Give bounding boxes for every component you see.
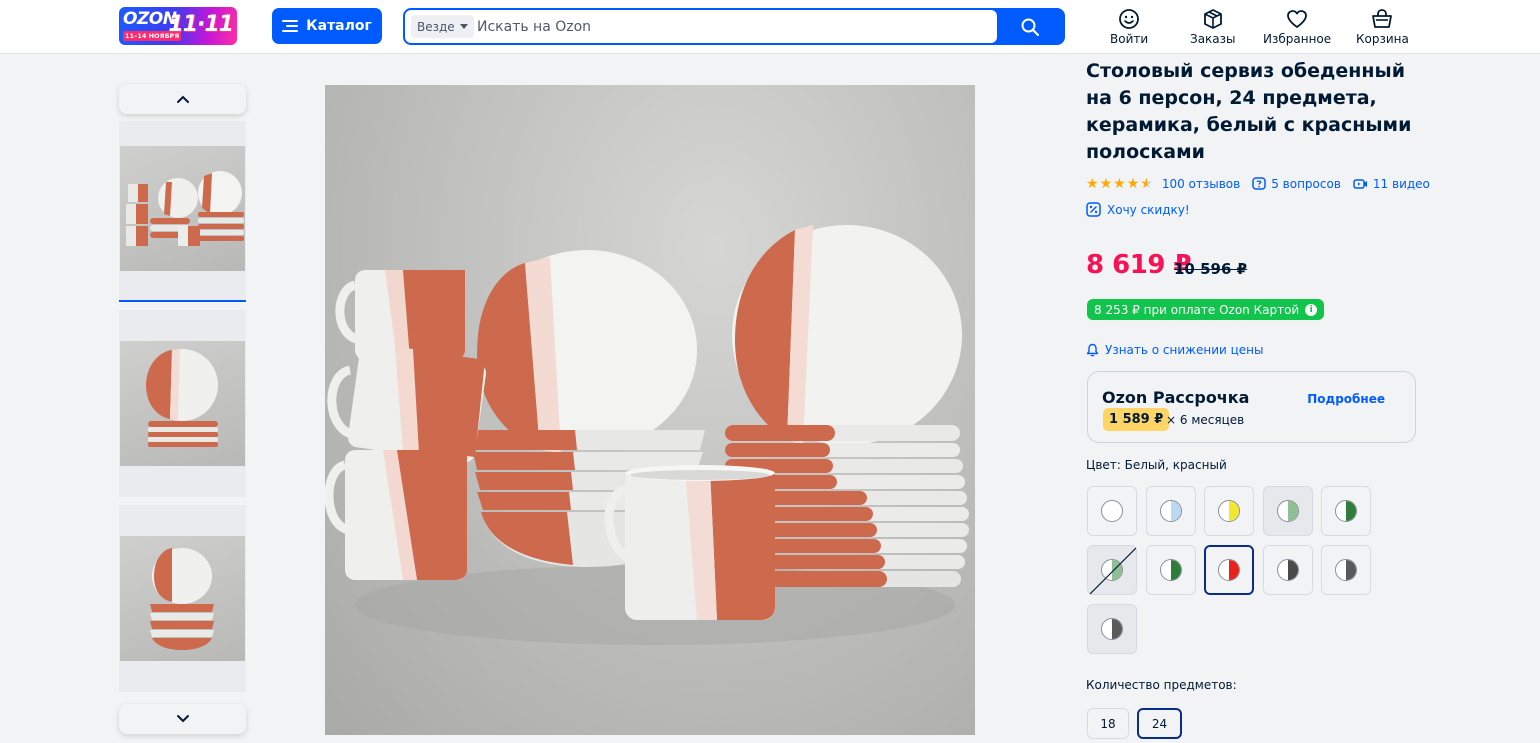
- card-price-label: 8 253 ₽ при оплате Ozon Картой: [1094, 302, 1300, 317]
- smile-icon: [1119, 9, 1139, 29]
- color-dot-icon: [1277, 559, 1299, 581]
- search-bar: Везде: [403, 8, 1065, 45]
- color-swatch-1[interactable]: [1087, 486, 1137, 536]
- info-icon[interactable]: i: [1305, 303, 1318, 316]
- thumbnails-down-button[interactable]: [119, 704, 246, 734]
- installment-more-link[interactable]: Подробнее: [1307, 392, 1385, 406]
- cart-label: Корзина: [1356, 32, 1409, 46]
- box-icon: [1203, 9, 1222, 29]
- want-discount-link[interactable]: Хочу скидку!: [1086, 202, 1190, 217]
- questions-label: 5 вопросов: [1271, 177, 1341, 191]
- color-swatch-8[interactable]: [1204, 545, 1254, 595]
- caret-down-icon: [459, 24, 468, 29]
- thumbnail-image: [120, 146, 245, 271]
- old-price: 10 596 ₽: [1174, 260, 1248, 278]
- unavailable-strike-icon: [1089, 547, 1137, 595]
- ozon-logo[interactable]: OZON 11–14 НОЯБРЯ 11·11: [119, 7, 237, 45]
- questions-link[interactable]: 5 вопросов: [1252, 177, 1341, 191]
- quantity-option-18[interactable]: 18: [1087, 708, 1129, 739]
- heart-icon: [1287, 10, 1307, 28]
- color-dot-icon: [1101, 500, 1123, 522]
- search-icon: [1021, 18, 1040, 36]
- color-swatch-6[interactable]: [1087, 545, 1137, 595]
- installment-card[interactable]: Ozon Рассрочка 1 589 ₽ × 6 месяцев Подро…: [1087, 371, 1416, 443]
- product-meta: ★ ★ ★ ★ ★ 100 отзывов 5 вопросов 11 виде…: [1086, 177, 1442, 191]
- installment-months: × 6 месяцев: [1166, 413, 1245, 427]
- quantity-option-24[interactable]: 24: [1137, 708, 1182, 739]
- rating-stars[interactable]: ★ ★ ★ ★ ★: [1086, 177, 1153, 191]
- bell-icon: [1086, 343, 1099, 357]
- color-swatch-9[interactable]: [1263, 545, 1313, 595]
- star-icon: ★: [1126, 176, 1140, 192]
- want-discount-label: Хочу скидку!: [1107, 202, 1190, 217]
- color-dot-icon: [1277, 500, 1299, 522]
- videos-label: 11 видео: [1372, 177, 1430, 191]
- question-icon: [1252, 177, 1266, 190]
- color-swatch-3[interactable]: [1204, 486, 1254, 536]
- color-dot-icon: [1218, 559, 1240, 581]
- reviews-link[interactable]: 100 отзывов: [1162, 177, 1240, 191]
- price-drop-notify-label: Узнать о снижении цены: [1105, 343, 1264, 357]
- orders-button[interactable]: Заказы: [1190, 8, 1236, 46]
- thumbnail-image: [120, 341, 245, 466]
- catalog-label: Каталог: [306, 18, 372, 34]
- color-swatch-11[interactable]: [1087, 604, 1137, 654]
- color-swatch-5[interactable]: [1321, 486, 1371, 536]
- color-dot-icon: [1335, 500, 1357, 522]
- catalog-button[interactable]: Каталог: [272, 8, 382, 44]
- color-swatch-10[interactable]: [1321, 545, 1371, 595]
- chevron-up-icon: [176, 95, 189, 103]
- color-label: Цвет: Белый, красный: [1086, 458, 1227, 472]
- orders-label: Заказы: [1190, 32, 1236, 46]
- favorites-button[interactable]: Избранное: [1263, 8, 1331, 46]
- thumbnails-up-button[interactable]: [119, 84, 246, 114]
- search-button[interactable]: [997, 10, 1063, 43]
- dinnerware-photo: [325, 225, 969, 645]
- installment-title: Ozon Рассрочка: [1102, 388, 1250, 407]
- product-title: Столовый сервиз обеденный на 6 персон, 2…: [1086, 60, 1412, 163]
- menu-icon: [282, 20, 299, 32]
- product-main-image[interactable]: [325, 85, 975, 735]
- chevron-down-icon: [176, 715, 189, 723]
- video-icon: [1353, 179, 1367, 189]
- color-dot-icon: [1160, 500, 1182, 522]
- star-icon: ★: [1099, 176, 1113, 192]
- color-swatch-2[interactable]: [1146, 486, 1196, 536]
- logo-promo: 11·11: [168, 12, 234, 37]
- color-swatch-4[interactable]: [1263, 486, 1313, 536]
- color-dot-icon: [1160, 559, 1182, 581]
- star-icon: ★: [1086, 176, 1099, 192]
- discount-icon: [1086, 202, 1101, 217]
- color-dot-icon: [1218, 500, 1240, 522]
- favorites-label: Избранное: [1263, 32, 1332, 46]
- login-label: Войти: [1110, 32, 1149, 46]
- search-input[interactable]: [477, 13, 987, 40]
- thumbnail-2[interactable]: [119, 310, 246, 497]
- reviews-label: 100 отзывов: [1161, 177, 1241, 191]
- search-scope-label: Везде: [417, 19, 455, 34]
- top-header: OZON 11–14 НОЯБРЯ 11·11 Каталог Везде Ис…: [0, 0, 1540, 54]
- color-dot-icon: [1101, 618, 1123, 640]
- thumbnail-1[interactable]: [119, 121, 246, 302]
- ozon-card-price-badge[interactable]: 8 253 ₽ при оплате Ozon Картой i: [1087, 299, 1325, 320]
- quantity-label: Количество предметов:: [1086, 678, 1237, 692]
- color-swatch-7[interactable]: [1146, 545, 1196, 595]
- search-scope-select[interactable]: Везде: [411, 15, 474, 38]
- search-field: Везде: [405, 10, 997, 43]
- thumbnail-3[interactable]: [119, 505, 246, 692]
- login-button[interactable]: Войти: [1110, 8, 1148, 46]
- thumbnail-image: [120, 536, 245, 661]
- installment-amount: 1 589 ₽: [1103, 408, 1170, 431]
- cart-button[interactable]: Корзина: [1356, 8, 1409, 46]
- videos-link[interactable]: 11 видео: [1353, 177, 1430, 191]
- thumbnail-gallery: [119, 84, 246, 734]
- color-dot-icon: [1335, 559, 1357, 581]
- price-drop-notify-link[interactable]: Узнать о снижении цены: [1086, 343, 1264, 357]
- star-icon: ★: [1113, 176, 1126, 192]
- basket-icon: [1372, 9, 1393, 28]
- star-half-icon: ★: [1140, 176, 1153, 192]
